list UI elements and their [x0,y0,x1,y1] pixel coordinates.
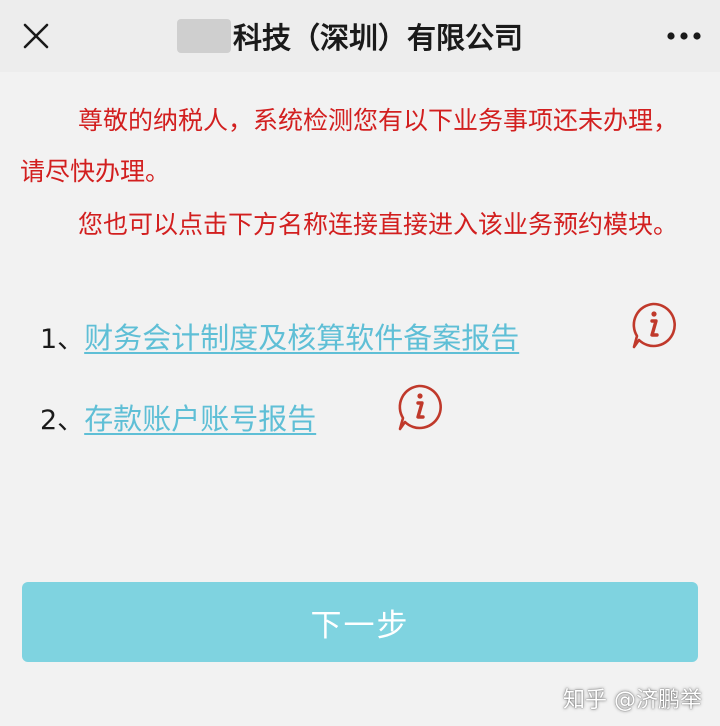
page-title-text: 科技（深圳）有限公司 [232,21,523,55]
list-item: 1、 财务会计制度及核算软件备案报告 [40,311,519,361]
top-bar: 科技（深圳）有限公司 [0,0,720,72]
more-dots-icon [667,32,701,40]
item-number: 2、 [40,404,85,436]
notice-text: 尊敬的纳税人，系统检测您有以下业务事项还未办理，请尽快办理。 您也可以点击下方名… [20,95,698,250]
list-item: 2、 存款账户账号报告 [40,392,316,442]
notice-paragraph-2: 您也可以点击下方名称连接直接进入该业务预约模块。 [78,210,679,239]
item-link-deposit-account-report[interactable]: 存款账户账号报告 [84,396,316,438]
notice-paragraph-1: 尊敬的纳税人，系统检测您有以下业务事项还未办理，请尽快办理。 [20,106,679,186]
close-icon [23,23,49,49]
item-link-accounting-report[interactable]: 财务会计制度及核算软件备案报告 [84,315,519,357]
page-title: 科技（深圳）有限公司 [140,14,560,58]
info-icon[interactable] [628,300,678,350]
more-button[interactable] [662,14,706,58]
redacted-block [176,19,231,53]
item-number: 1、 [40,323,85,355]
close-button[interactable] [14,14,58,58]
info-icon[interactable] [394,382,444,432]
next-step-button[interactable]: 下一步 [22,582,698,662]
watermark: 知乎 @济鹏举 [563,688,702,713]
